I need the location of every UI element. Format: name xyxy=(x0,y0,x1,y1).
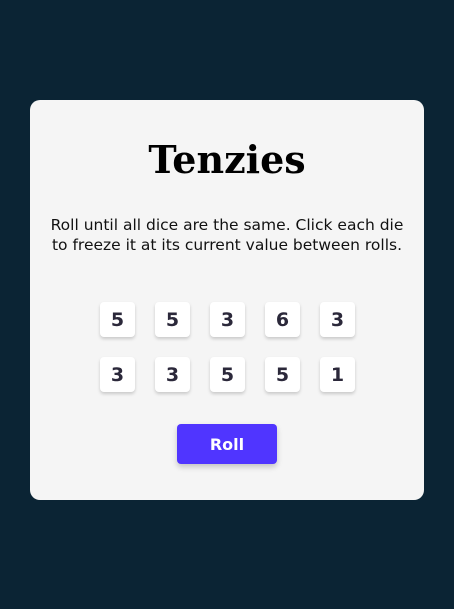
die-1[interactable]: 5 xyxy=(100,302,135,337)
die-2[interactable]: 5 xyxy=(155,302,190,337)
die-9[interactable]: 5 xyxy=(265,357,300,392)
die-5[interactable]: 3 xyxy=(320,302,355,337)
die-8[interactable]: 5 xyxy=(210,357,245,392)
die-3[interactable]: 3 xyxy=(210,302,245,337)
die-7[interactable]: 3 xyxy=(155,357,190,392)
dice-grid: 5 5 3 6 3 3 3 5 5 1 xyxy=(100,302,355,392)
die-10[interactable]: 1 xyxy=(320,357,355,392)
die-6[interactable]: 3 xyxy=(100,357,135,392)
roll-button[interactable]: Roll xyxy=(177,424,277,464)
die-4[interactable]: 6 xyxy=(265,302,300,337)
instructions-text: Roll until all dice are the same. Click … xyxy=(50,216,404,254)
game-card: Tenzies Roll until all dice are the same… xyxy=(30,100,424,500)
page-title: Tenzies xyxy=(148,137,306,182)
